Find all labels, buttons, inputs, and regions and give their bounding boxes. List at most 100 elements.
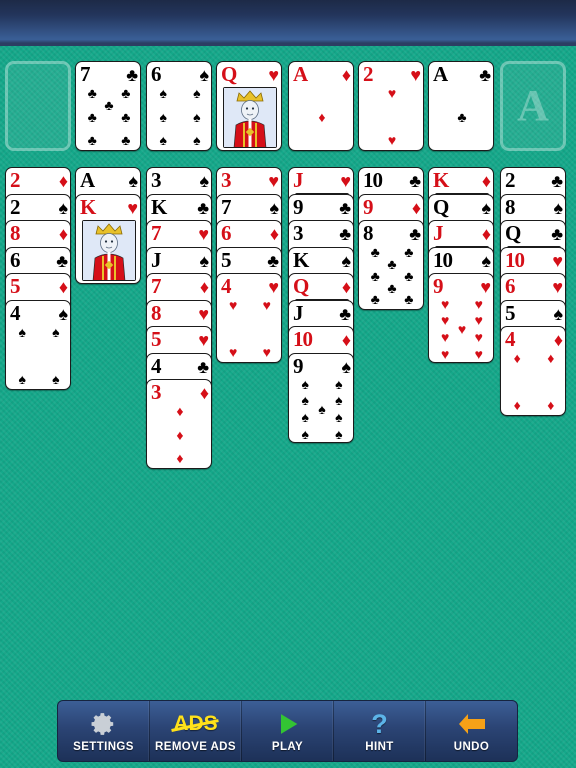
card-rank: 4 bbox=[505, 327, 515, 351]
foundation-card-3[interactable]: A ♣ ♣ bbox=[428, 61, 494, 151]
card-rank: 9 bbox=[363, 195, 373, 219]
card-suit-hearts-icon: ♥ bbox=[127, 197, 138, 218]
card-rank: 4 bbox=[221, 274, 231, 298]
play-button[interactable]: PLAY bbox=[242, 701, 334, 761]
ads-strikethrough-icon: ADS bbox=[173, 709, 217, 739]
card-suit-diamonds-icon: ♦ bbox=[341, 329, 351, 350]
tableau-top-card-c8[interactable]: 4 ♦ ♦ ♦ ♦ ♦ bbox=[500, 326, 566, 416]
card-suit-clubs-icon: ♣ bbox=[339, 303, 351, 324]
card-suit-clubs-icon: ♣ bbox=[409, 223, 421, 244]
free-cell-card-2[interactable]: 7 ♣ ♣ ♣ ♣ ♣ ♣ ♣ ♣ bbox=[75, 61, 141, 151]
card-corner: 5 ♠ bbox=[501, 301, 565, 326]
card-suit-spades-icon: ♠ bbox=[199, 64, 209, 85]
card-corner: 8 ♥ bbox=[147, 301, 211, 326]
card-rank: 10 bbox=[293, 327, 313, 351]
card-corner: 8 ♠ bbox=[501, 195, 565, 220]
card-rank: 7 bbox=[221, 195, 231, 219]
settings-button[interactable]: SETTINGS bbox=[58, 701, 150, 761]
card-rank: Q bbox=[293, 274, 309, 298]
card-corner: Q ♣ bbox=[501, 221, 565, 246]
card-corner: K ♦ bbox=[429, 168, 493, 193]
card-corner: 8 ♦ bbox=[6, 221, 70, 246]
card-rank: Q bbox=[433, 195, 449, 219]
card-rank: K bbox=[433, 168, 449, 192]
hint-label: HINT bbox=[365, 741, 394, 753]
card-suit-hearts-icon: ♥ bbox=[198, 223, 209, 244]
card-corner: 2 ♣ bbox=[501, 168, 565, 193]
tableau-top-card-c1[interactable]: 4 ♠ ♠ ♠ ♠ ♠ bbox=[5, 300, 71, 390]
card-suit-clubs-icon: ♣ bbox=[551, 170, 563, 191]
foundation-slot-4[interactable]: A bbox=[500, 61, 566, 151]
card-suit-hearts-icon: ♥ bbox=[268, 276, 279, 297]
foundation-card-1[interactable]: A ♦ ♦ bbox=[288, 61, 354, 151]
tableau-top-card-c6[interactable]: 8 ♣ ♣ ♣ ♣ ♣ ♣ ♣ ♣ ♣ bbox=[358, 220, 424, 310]
arrow-left-icon bbox=[457, 709, 487, 739]
card-corner: 5 ♥ bbox=[147, 327, 211, 352]
card-corner: 10 ♠ bbox=[429, 248, 493, 273]
card-rank: 4 bbox=[10, 301, 20, 325]
card-corner: 5 ♦ bbox=[6, 274, 70, 299]
card-rank: K bbox=[80, 195, 96, 219]
face-card-illustration bbox=[223, 87, 277, 148]
tableau-top-card-c7[interactable]: 9 ♥ ♥ ♥ ♥ ♥ ♥ ♥ ♥ ♥ ♥ bbox=[428, 273, 494, 363]
card-rank: 8 bbox=[151, 301, 161, 325]
tableau-top-card-c3[interactable]: 3 ♦ ♦ ♦ ♦ bbox=[146, 379, 212, 469]
card-corner: 3 ♦ bbox=[147, 380, 211, 405]
card-corner: 7 ♠ bbox=[217, 195, 281, 220]
card-pips: ♠ ♠ ♠ ♠ ♠ ♠ bbox=[159, 85, 201, 149]
card-suit-diamonds-icon: ♦ bbox=[58, 223, 68, 244]
card-suit-clubs-icon: ♣ bbox=[409, 170, 421, 191]
card-suit-hearts-icon: ♥ bbox=[268, 64, 279, 85]
card-rank: 2 bbox=[10, 168, 20, 192]
card-pips: ♥ ♥ bbox=[387, 85, 397, 149]
card-pips: ♠ ♠ ♠ ♠ bbox=[18, 324, 60, 388]
foundation-card-2[interactable]: 2 ♥ ♥ ♥ bbox=[358, 61, 424, 151]
card-corner: 6 ♠ bbox=[147, 62, 211, 87]
card-rank: 6 bbox=[10, 248, 20, 272]
card-suit-diamonds-icon: ♦ bbox=[58, 170, 68, 191]
remove-ads-button[interactable]: ADS REMOVE ADS bbox=[150, 701, 242, 761]
card-suit-hearts-icon: ♥ bbox=[552, 276, 563, 297]
card-rank: 6 bbox=[505, 274, 515, 298]
card-corner: 4 ♣ bbox=[147, 354, 211, 379]
card-rank: 7 bbox=[80, 62, 90, 86]
card-suit-diamonds-icon: ♦ bbox=[341, 276, 351, 297]
card-suit-spades-icon: ♠ bbox=[199, 250, 209, 271]
card-rank: A bbox=[433, 62, 448, 86]
card-corner: J ♣ bbox=[289, 301, 353, 326]
card-corner: K ♥ bbox=[76, 195, 140, 220]
card-corner: 9 ♦ bbox=[359, 195, 423, 220]
foundation-placeholder-letter: A bbox=[517, 81, 549, 130]
undo-button[interactable]: UNDO bbox=[426, 701, 517, 761]
card-suit-hearts-icon: ♥ bbox=[268, 170, 279, 191]
tableau-top-card-c5[interactable]: 9 ♠ ♠ ♠ ♠ ♠ ♠ ♠ ♠ ♠ ♠ bbox=[288, 353, 354, 443]
free-cell-slot-1[interactable] bbox=[5, 61, 71, 151]
hint-button[interactable]: ? HINT bbox=[334, 701, 426, 761]
card-suit-spades-icon: ♠ bbox=[128, 170, 138, 191]
card-suit-hearts-icon: ♥ bbox=[198, 303, 209, 324]
tableau-top-card-c4[interactable]: 4 ♥ ♥ ♥ ♥ ♥ bbox=[216, 273, 282, 363]
card-rank: 4 bbox=[151, 354, 161, 378]
free-cell-card-4[interactable]: Q ♥ bbox=[216, 61, 282, 151]
card-rank: J bbox=[433, 221, 443, 245]
card-suit-clubs-icon: ♣ bbox=[126, 64, 138, 85]
card-rank: A bbox=[293, 62, 308, 86]
card-rank: 10 bbox=[433, 248, 453, 272]
ads-text: ADS bbox=[173, 712, 218, 735]
card-rank: 10 bbox=[505, 248, 525, 272]
card-suit-clubs-icon: ♣ bbox=[267, 250, 279, 271]
card-corner: 3 ♣ bbox=[289, 221, 353, 246]
card-suit-clubs-icon: ♣ bbox=[197, 197, 209, 218]
card-suit-diamonds-icon: ♦ bbox=[58, 276, 68, 297]
card-corner: J ♥ bbox=[289, 168, 353, 193]
card-rank: 8 bbox=[363, 221, 373, 245]
card-rank: 5 bbox=[505, 301, 515, 325]
gear-icon bbox=[91, 709, 117, 739]
card-corner: 4 ♠ bbox=[6, 301, 70, 326]
card-suit-diamonds-icon: ♦ bbox=[341, 64, 351, 85]
free-cell-card-3[interactable]: 6 ♠ ♠ ♠ ♠ ♠ ♠ ♠ bbox=[146, 61, 212, 151]
card-suit-spades-icon: ♠ bbox=[269, 197, 279, 218]
card-corner: K ♣ bbox=[147, 195, 211, 220]
tableau-top-card-c2[interactable]: K ♥ bbox=[75, 194, 141, 284]
card-corner: 6 ♣ bbox=[6, 248, 70, 273]
